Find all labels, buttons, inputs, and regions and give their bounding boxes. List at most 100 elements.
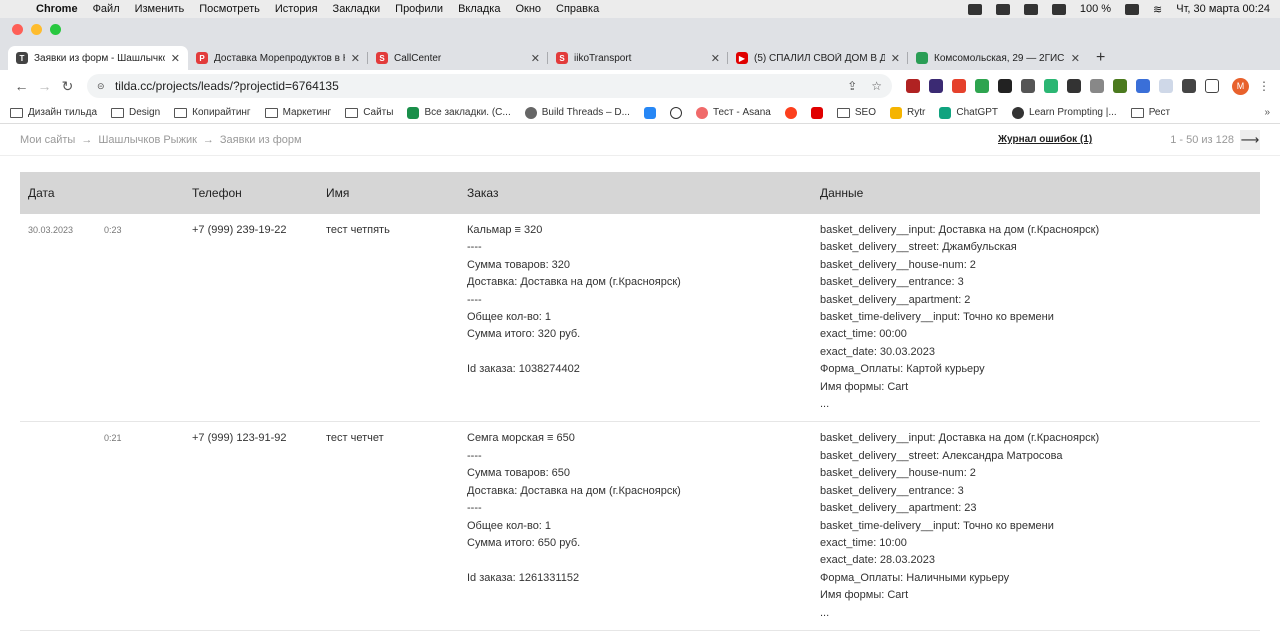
site-favicon-icon: S [376,52,388,64]
tab-close-icon[interactable]: ✕ [1071,52,1080,65]
bookmark-star-icon[interactable]: ☆ [871,79,882,93]
side-panel-icon[interactable] [1205,79,1220,93]
bookmark-folder[interactable]: Design [111,107,160,118]
lead-phone: +7 (999) 123-91-92 [184,421,318,631]
bookmark-link[interactable]: Learn Prompting |... [1012,106,1117,119]
extension-icon[interactable] [1044,79,1059,93]
extension-icon[interactable] [998,79,1013,93]
share-icon[interactable]: ⇪ [847,79,857,93]
tray-app-icon[interactable] [995,3,1010,15]
tab-close-icon[interactable]: ✕ [891,52,900,65]
bookmarks-overflow-icon[interactable]: » [1264,107,1270,118]
menu-item-file[interactable]: Файл [93,3,120,15]
menu-item-tab[interactable]: Вкладка [458,3,500,15]
globe-icon [524,106,537,119]
tab-leads[interactable]: T Заявки из форм - Шашлычко ✕ [8,46,188,70]
breadcrumb-project[interactable]: Шашлычков Рыжик [98,134,197,146]
menu-item-window[interactable]: Окно [515,3,541,15]
bookmark-link[interactable]: Build Threads – D... [524,106,630,119]
table-row[interactable]: 0:21 +7 (999) 123-91-92 тест четчет Семга м… [20,421,1260,631]
order-line [467,344,804,361]
extension-icon[interactable] [1159,79,1174,93]
bookmark-folder[interactable]: Маркетинг [264,107,331,118]
data-line: ... [820,606,830,619]
order-line: Сумма товаров: 320 [467,258,571,271]
tab-close-icon[interactable]: ✕ [351,52,360,65]
battery-icon[interactable] [1125,3,1140,15]
tray-app-icon[interactable] [967,3,982,15]
extension-icon[interactable] [906,79,921,93]
menu-kebab-icon[interactable]: ⋮ [1258,79,1270,93]
bookmark-folder[interactable]: Сайты [345,107,393,118]
extension-icon[interactable] [1067,79,1082,93]
tab-close-icon[interactable]: ✕ [711,52,720,65]
order-line: ---- [467,241,482,254]
next-page-arrow-icon[interactable]: ⟶ [1240,129,1260,150]
menu-item-history[interactable]: История [275,3,318,15]
extension-icon[interactable] [1090,79,1105,93]
wifi-icon[interactable]: ≋ [1153,3,1162,16]
tab-callcenter[interactable]: S CallCenter ✕ [368,46,548,70]
menu-item-bookmarks[interactable]: Закладки [333,3,381,15]
bookmark-folder[interactable]: Дизайн тильда [10,107,97,118]
tab-seafood[interactable]: P Доставка Морепродуктов в К ✕ [188,46,368,70]
extension-icon[interactable] [1021,79,1036,93]
reload-icon[interactable]: ↻ [56,78,79,95]
column-header-phone: Телефон [184,172,318,214]
error-log-link[interactable]: Журнал ошибок (1) [998,134,1092,145]
tab-close-icon[interactable]: ✕ [531,52,540,65]
tab-label: Комсомольская, 29 — 2ГИС [934,52,1065,64]
tab-youtube[interactable]: ▶ (5) СПАЛИЛ СВОЙ ДОМ В ДР ✕ [728,46,908,70]
data-line: basket_delivery__street: Александра Матр… [820,449,1063,462]
puzzle-extensions-icon[interactable] [1182,79,1197,93]
menu-app-name[interactable]: Chrome [36,3,78,15]
bookmark-link[interactable] [669,106,682,119]
url-text[interactable]: tilda.cc/projects/leads/?projectid=67641… [115,79,339,93]
data-line: exact_date: 28.03.2023 [820,554,935,567]
close-window-button[interactable] [12,24,23,35]
order-line: Id заказа: 1038274402 [467,363,580,376]
extension-icon[interactable] [1113,79,1128,93]
chatgpt-icon [939,106,952,119]
bookmark-link[interactable] [643,106,656,119]
bookmark-link[interactable] [810,106,823,119]
lock-icon[interactable]: ⊝ [97,81,107,91]
tab-2gis[interactable]: Комсомольская, 29 — 2ГИС ✕ [908,46,1088,70]
extension-icon[interactable] [952,79,967,93]
tab-close-icon[interactable]: ✕ [171,52,180,65]
bookmark-link[interactable] [784,106,797,119]
bookmark-link[interactable]: Rytr [890,106,925,119]
bookmark-folder[interactable]: Рест [1130,107,1170,118]
menu-item-help[interactable]: Справка [556,3,599,15]
extension-icon[interactable] [1136,79,1151,93]
zoom-window-button[interactable] [50,24,61,35]
table-row[interactable]: 30.03.2023 0:23 +7 (999) 239-19-22 тест чет… [20,214,1260,423]
minimize-window-button[interactable] [31,24,42,35]
tab-iikotransport[interactable]: S iikoTransport ✕ [548,46,728,70]
menu-item-edit[interactable]: Изменить [135,3,185,15]
breadcrumb-my-sites[interactable]: Мои сайты [20,134,75,146]
data-line: basket_delivery__input: Доставка на дом … [820,224,1100,236]
profile-avatar[interactable]: M [1232,77,1250,95]
forward-arrow-icon[interactable]: → [33,78,56,94]
extension-icon[interactable] [929,79,944,93]
data-line: basket_delivery__street: Джамбульская [820,241,1017,254]
menu-item-profiles[interactable]: Профили [395,3,443,15]
back-arrow-icon[interactable]: ← [10,78,33,94]
bookmark-folder[interactable]: SEO [836,107,876,118]
tray-app-icon[interactable] [1023,3,1038,15]
bookmark-folder[interactable]: Копирайтинг [174,107,251,118]
order-line: Кальмар ≡ 320 [467,224,543,236]
order-line: Сумма товаров: 650 [467,467,571,480]
new-tab-plus-icon[interactable]: + [1096,49,1105,70]
bookmark-link[interactable]: Все закладки. (С... [407,106,511,119]
bookmark-link[interactable]: Тест - Asana [695,106,771,119]
tab-label: CallCenter [394,52,442,64]
bookmark-link[interactable]: ChatGPT [939,106,998,119]
clock[interactable]: Чт, 30 марта 00:24 [1176,3,1270,15]
menu-item-view[interactable]: Посмотреть [199,3,260,15]
url-omnibox[interactable]: ⊝ tilda.cc/projects/leads/?projectid=676… [86,74,893,98]
extension-icon[interactable] [975,79,990,93]
volume-icon[interactable] [1051,3,1066,15]
lead-name: тест четчет [318,421,459,631]
